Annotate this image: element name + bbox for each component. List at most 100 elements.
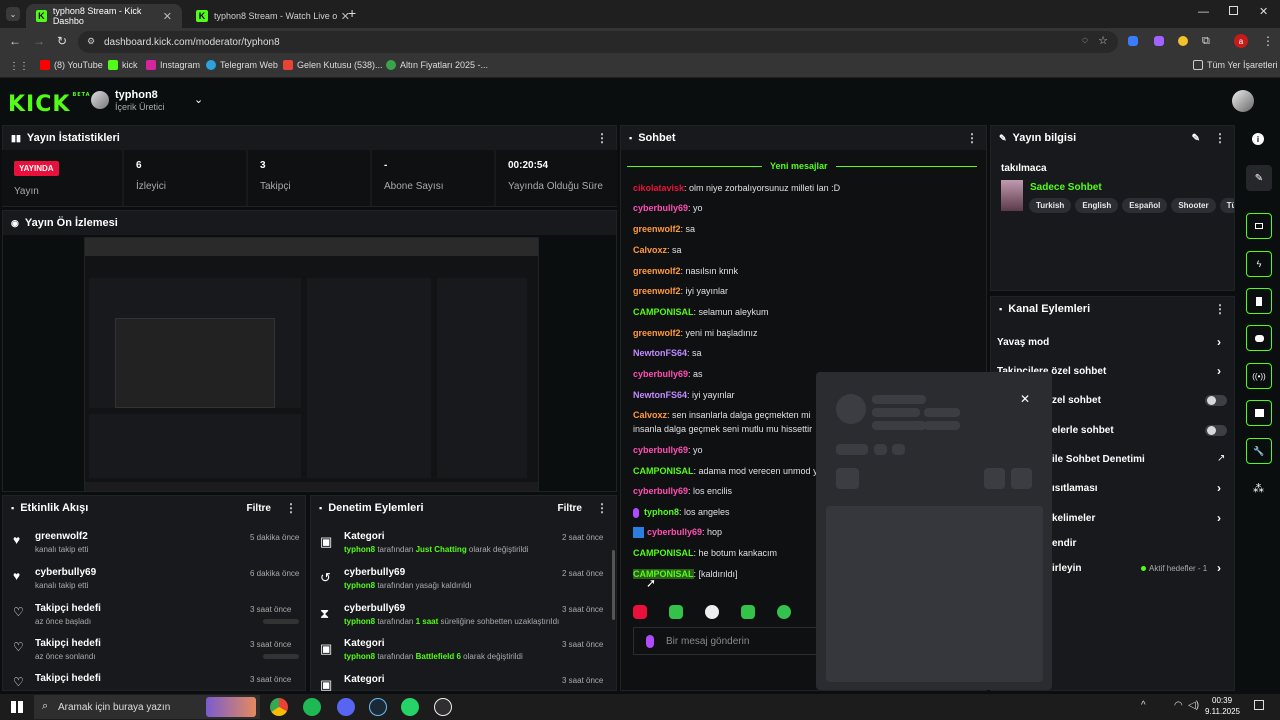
bookmark-instagram[interactable]: Instagram — [146, 60, 200, 70]
category-name[interactable]: Sadece Sohbet — [1030, 182, 1102, 193]
network-icon[interactable]: ◠ — [1174, 700, 1183, 711]
chat-username[interactable]: cikolatavisk — [633, 183, 684, 193]
emote-icon[interactable] — [669, 605, 683, 619]
toggle-switch[interactable] — [1205, 395, 1227, 406]
forward-icon[interactable]: → — [33, 34, 45, 48]
tag-chip[interactable]: Shooter — [1171, 198, 1216, 213]
volume-icon[interactable]: ◁) — [1188, 700, 1199, 711]
emote-icon[interactable] — [777, 605, 791, 619]
tab-search-icon[interactable]: ⌄ — [6, 7, 20, 21]
bookmark-youtube[interactable]: (8) YouTube — [40, 60, 103, 70]
chevron-right-icon[interactable]: › — [1217, 335, 1221, 349]
chevron-right-icon[interactable]: › — [1217, 481, 1221, 495]
actor-name[interactable]: typhon8 — [344, 617, 375, 626]
chat-message-input[interactable]: Bir mesaj gönderin — [633, 627, 825, 655]
chat-username[interactable]: cyberbully69 — [633, 369, 688, 379]
toggle-switch[interactable] — [1205, 425, 1227, 436]
channel-action-item[interactable]: endir — [1052, 538, 1076, 549]
bookmark-kick[interactable]: kick — [108, 60, 138, 70]
more-icon[interactable]: ⋮ — [596, 501, 608, 515]
emote-icon[interactable] — [741, 605, 755, 619]
notifications-icon[interactable] — [1254, 700, 1264, 710]
rail-button[interactable]: ((•)) — [1246, 363, 1272, 389]
tab-dashboard[interactable]: K typhon8 Stream - Kick Dashbo ✕ — [26, 4, 182, 28]
stream-preview-video[interactable] — [84, 237, 539, 491]
steam-icon[interactable] — [369, 698, 387, 716]
actor-name[interactable]: typhon8 — [344, 545, 375, 554]
back-icon[interactable]: ← — [9, 34, 21, 48]
channel-action-item[interactable]: ile Sohbet Denetimi — [1052, 454, 1145, 465]
chat-username[interactable]: cyberbully69 — [633, 486, 688, 496]
close-icon[interactable]: ✕ — [1020, 392, 1030, 406]
microphone-icon[interactable] — [646, 635, 654, 648]
rail-button[interactable]: ϟ — [1246, 251, 1272, 277]
chat-username[interactable]: NewtonFS64 — [633, 390, 687, 400]
rail-edit-button[interactable]: ✎ — [1246, 165, 1272, 191]
tab-watch-live[interactable]: K typhon8 Stream - Watch Live o ✕ — [186, 4, 360, 28]
chat-username[interactable]: greenwolf2 — [633, 266, 681, 276]
more-icon[interactable]: ⋮ — [596, 131, 608, 145]
site-info-icon[interactable]: ⚙ — [87, 36, 95, 47]
whatsapp-icon[interactable] — [401, 698, 419, 716]
taskbar-search[interactable]: ⌕ Aramak için buraya yazın — [34, 695, 260, 719]
window-close-icon[interactable]: ✕ — [1259, 5, 1268, 18]
emote-icon[interactable] — [633, 605, 647, 619]
chevron-right-icon[interactable]: › — [1217, 511, 1221, 525]
chevron-right-icon[interactable]: › — [1217, 364, 1221, 378]
clock-date[interactable]: 9.11.2025 — [1205, 707, 1240, 716]
filter-button[interactable]: Filtre — [247, 503, 271, 514]
chat-username[interactable]: CAMPONISAL — [633, 466, 694, 476]
chrome-icon[interactable] — [270, 698, 288, 716]
tag-chip[interactable]: Español — [1122, 198, 1168, 213]
tag-chip[interactable]: English — [1075, 198, 1119, 213]
chat-username[interactable]: NewtonFS64 — [633, 348, 687, 358]
emote-icon[interactable] — [705, 605, 719, 619]
url-field[interactable]: ⚙ dashboard.kick.com/moderator/typhon8 ◌… — [78, 31, 1118, 53]
chat-username[interactable]: CAMPONISAL — [633, 569, 694, 579]
chat-username[interactable]: typhon8 — [644, 507, 679, 517]
actor-name[interactable]: typhon8 — [344, 581, 375, 590]
user-avatar[interactable] — [1232, 90, 1254, 112]
new-tab-icon[interactable]: + — [348, 5, 356, 21]
close-tab-icon[interactable]: ✕ — [163, 10, 172, 23]
more-icon[interactable]: ⋮ — [966, 131, 978, 145]
more-icon[interactable]: ⋮ — [285, 501, 297, 515]
eye-off-icon[interactable]: ◌ — [1082, 35, 1088, 46]
channel-action-item[interactable]: elerle sohbet — [1052, 425, 1114, 436]
edit-icon[interactable]: ✎ — [1192, 133, 1200, 144]
chat-username[interactable]: CAMPONISAL — [633, 548, 694, 558]
channel-action-item[interactable]: zel sohbet — [1052, 395, 1101, 406]
chat-username[interactable]: Calvoxz — [633, 410, 667, 420]
rail-button[interactable]: 🔧 — [1246, 438, 1272, 464]
profile-avatar[interactable]: a — [1234, 34, 1248, 48]
actor-name[interactable]: typhon8 — [344, 652, 375, 661]
clock-time[interactable]: 00:39 — [1212, 696, 1232, 705]
rail-button[interactable] — [1246, 213, 1272, 239]
all-bookmarks[interactable]: Tüm Yer İşaretleri — [1193, 60, 1278, 70]
bookmark-telegram[interactable]: Telegram Web — [206, 60, 278, 70]
tag-chip[interactable]: Tü — [1219, 198, 1234, 213]
rail-button[interactable] — [1246, 325, 1272, 351]
apps-icon[interactable]: ⁂ — [1253, 482, 1264, 495]
reload-icon[interactable]: ↻ — [57, 34, 67, 48]
chat-username[interactable]: CAMPONISAL — [633, 307, 694, 317]
tag-chip[interactable]: Turkish — [1029, 198, 1072, 213]
bookmark-star-icon[interactable]: ☆ — [1098, 34, 1108, 47]
restore-icon[interactable] — [1229, 6, 1238, 15]
filter-button[interactable]: Filtre — [558, 503, 582, 514]
spotify-icon[interactable] — [303, 698, 321, 716]
external-link-icon[interactable]: ↗ — [1217, 453, 1225, 464]
channel-action-item[interactable]: ısıtlaması — [1052, 483, 1098, 494]
kick-logo[interactable]: KICK BETA — [8, 92, 91, 117]
more-icon[interactable]: ⋮ — [1214, 302, 1226, 316]
chat-username[interactable]: Calvoxz — [633, 245, 667, 255]
discord-icon[interactable] — [337, 698, 355, 716]
bookmark-gmail[interactable]: Gelen Kutusu (538)... — [283, 60, 383, 70]
extension-icon[interactable] — [1128, 36, 1138, 46]
avatar[interactable] — [91, 91, 109, 109]
info-icon[interactable]: i — [1252, 133, 1264, 145]
chat-username[interactable]: greenwolf2 — [633, 328, 681, 338]
extension-icon[interactable] — [1154, 36, 1164, 46]
minimize-icon[interactable]: — — [1198, 6, 1209, 18]
chevron-right-icon[interactable]: › — [1217, 561, 1221, 575]
